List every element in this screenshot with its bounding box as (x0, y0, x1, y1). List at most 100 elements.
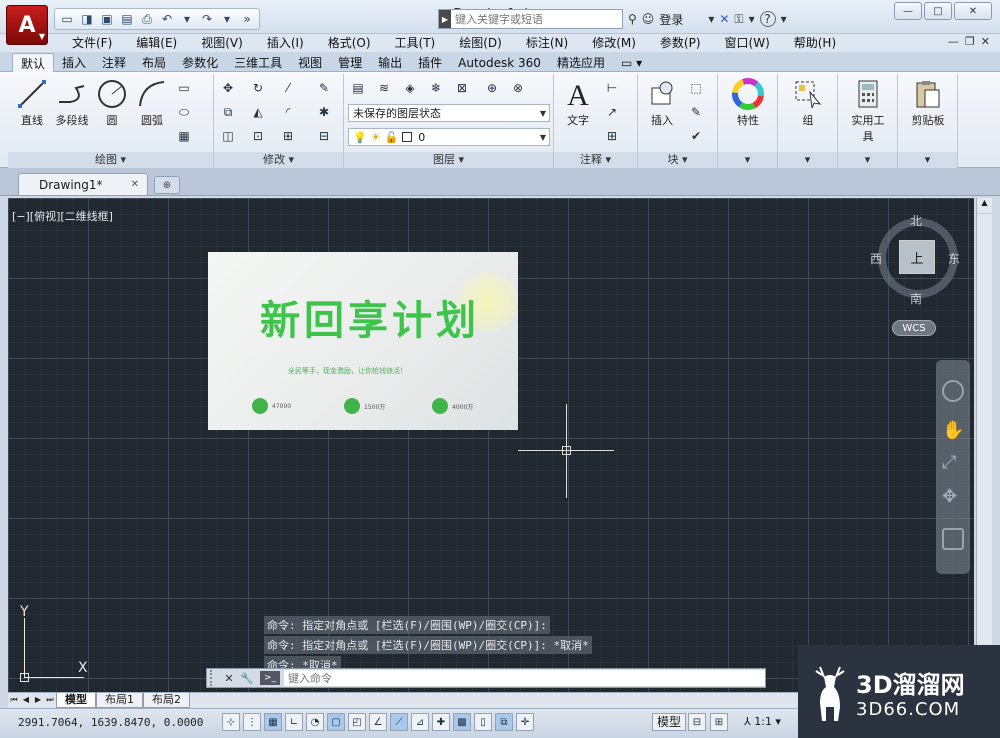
viewcube-top-face[interactable]: 上 (899, 240, 935, 274)
trim-icon[interactable]: ⁄ (278, 78, 298, 98)
circle-button[interactable]: 圆 (92, 78, 132, 128)
polar-tracking-icon[interactable]: ◔ (306, 713, 324, 731)
layer-off-icon[interactable]: ◈ (400, 78, 420, 98)
new-file-icon[interactable]: ▭ (59, 11, 75, 27)
lineweight-icon[interactable]: ✚ (432, 713, 450, 731)
layer-select[interactable]: 💡 ☀ 🔓 0 ▼ (348, 128, 550, 146)
quick-view-drawings-icon[interactable]: ⊞ (710, 713, 728, 731)
pan-hand-icon[interactable]: ✋ (942, 420, 964, 442)
next-layout-icon[interactable]: ▶ (32, 695, 44, 707)
tab-view[interactable]: 视图 (290, 53, 330, 74)
orbit-icon[interactable]: ✥ (942, 486, 964, 508)
groups-panel-expander[interactable]: ▾ (778, 152, 837, 168)
mirror-icon[interactable]: ◭ (248, 102, 268, 122)
create-block-icon[interactable]: ⬚ (686, 78, 706, 98)
help-icon[interactable]: ? (759, 11, 776, 27)
menu-dimension[interactable]: 标注(N) (514, 35, 580, 51)
menu-format[interactable]: 格式(O) (316, 35, 383, 51)
selection-cycling-icon[interactable]: ⧉ (495, 713, 513, 731)
menu-insert[interactable]: 插入(I) (255, 35, 316, 51)
fillet-icon[interactable]: ◜ (278, 102, 298, 122)
menu-modify[interactable]: 修改(M) (580, 35, 648, 51)
vertical-scrollbar[interactable]: ▲ (976, 198, 992, 692)
scale-icon[interactable]: ⊡ (248, 126, 268, 146)
object-snap-tracking-icon[interactable]: ∠ (369, 713, 387, 731)
help-dropdown-icon[interactable]: ▾ (781, 12, 787, 26)
edit-block-icon[interactable]: ✎ (686, 102, 706, 122)
dimension-icon[interactable]: ⊢ (602, 78, 622, 98)
command-line-grip[interactable] (210, 670, 220, 686)
tab-3d-tools[interactable]: 三维工具 (226, 53, 290, 74)
showmotion-icon[interactable] (942, 528, 964, 550)
move-icon[interactable]: ✥ (218, 78, 238, 98)
ellipse-icon[interactable]: ⬭ (174, 102, 194, 122)
hatch-icon[interactable]: ▦ (174, 126, 194, 146)
menu-parametric[interactable]: 参数(P) (648, 35, 713, 51)
transparency-icon[interactable]: ▩ (453, 713, 471, 731)
arc-button[interactable]: 圆弧 (132, 78, 172, 128)
expand-arrow-icon[interactable]: ▶ (439, 10, 451, 28)
tab-parametric[interactable]: 参数化 (174, 53, 226, 74)
quick-properties-icon[interactable]: ▯ (474, 713, 492, 731)
login-button[interactable]: 登录 (659, 11, 683, 28)
snap-mode-icon[interactable]: ⋮ (243, 713, 261, 731)
redo-icon[interactable]: ↷ (199, 11, 215, 27)
command-input[interactable] (284, 670, 765, 686)
exchange-apps-icon[interactable]: ✕ (719, 12, 729, 26)
customize-wrench-icon[interactable]: 🔧 (238, 672, 256, 685)
copy-icon[interactable]: ⧉ (218, 102, 238, 122)
doc-close-icon[interactable]: ✕ (981, 35, 990, 48)
tab-featured-apps[interactable]: 精选应用 (549, 53, 613, 74)
viewcube-north[interactable]: 北 (910, 212, 922, 229)
layout-tab-layout2[interactable]: 布局2 (143, 693, 190, 708)
tab-default[interactable]: 默认 (12, 53, 55, 74)
tab-insert[interactable]: 插入 (54, 53, 94, 74)
close-icon[interactable]: ✕ (954, 2, 992, 20)
erase-icon[interactable]: ✎ (314, 78, 334, 98)
raster-image[interactable]: 新回享计划 全民等手，现金激励，让你抢钱快活！ 47000 1500万 4000… (208, 252, 518, 430)
stretch-icon[interactable]: ◫ (218, 126, 238, 146)
doc-minimize-icon[interactable]: — (948, 35, 959, 48)
tab-layout[interactable]: 布局 (134, 53, 174, 74)
utilities-panel-expander[interactable]: ▾ (838, 152, 897, 168)
connect-dropdown-icon[interactable]: ▾ (749, 12, 755, 26)
menu-edit[interactable]: 编辑(E) (124, 35, 189, 51)
new-drawing-tab[interactable]: ⊕ (154, 176, 180, 194)
maximize-icon[interactable]: □ (924, 2, 952, 20)
application-menu-button[interactable]: A ▼ (6, 5, 48, 45)
layer-lock-icon[interactable]: ⊠ (452, 78, 472, 98)
text-button[interactable]: A 文字 (558, 78, 598, 128)
layers-panel-title[interactable]: 图层 ▾ (344, 152, 553, 168)
more-commands-icon[interactable]: » (239, 11, 255, 27)
tab-autodesk-360[interactable]: Autodesk 360 (450, 53, 549, 74)
line-button[interactable]: 直线 (12, 78, 52, 128)
close-tab-icon[interactable]: ✕ (131, 179, 139, 190)
scroll-up-icon[interactable]: ▲ (977, 198, 992, 214)
menu-view[interactable]: 视图(V) (189, 35, 255, 51)
group-button[interactable]: 组 (788, 78, 828, 128)
menu-help[interactable]: 帮助(H) (782, 35, 848, 51)
viewcube-west[interactable]: 西 (870, 250, 882, 267)
table-icon[interactable]: ⊞ (602, 126, 622, 146)
properties-button[interactable]: 特性 (728, 78, 768, 128)
steering-wheel-icon[interactable] (942, 380, 964, 402)
viewcube-east[interactable]: 东 (948, 250, 960, 267)
tab-plugins[interactable]: 插件 (410, 53, 450, 74)
annotation-panel-title[interactable]: 注释 ▾ (554, 152, 637, 168)
layout-tab-layout1[interactable]: 布局1 (96, 693, 143, 708)
doc-restore-icon[interactable]: ❐ (965, 35, 975, 48)
file-tab-drawing1[interactable]: Drawing1* ✕ (18, 173, 148, 195)
object-snap-icon[interactable]: ▢ (327, 713, 345, 731)
tab-manage[interactable]: 管理 (330, 53, 370, 74)
zoom-extents-icon[interactable]: ⤢ (942, 452, 964, 474)
search-input[interactable] (455, 12, 615, 26)
layer-make-current-icon[interactable]: ⊕ (482, 78, 502, 98)
annotation-scale[interactable]: ⅄ 1:1 ▾ (744, 715, 781, 728)
close-command-line-icon[interactable]: ✕ (220, 672, 238, 685)
menu-tools[interactable]: 工具(T) (383, 35, 448, 51)
save-icon[interactable]: ▣ (99, 11, 115, 27)
quick-view-layouts-icon[interactable]: ⊟ (688, 713, 706, 731)
first-layout-icon[interactable]: ⏮ (8, 695, 20, 707)
layout-tab-model[interactable]: 模型 (56, 693, 96, 708)
open-folder-icon[interactable]: ◨ (79, 11, 95, 27)
